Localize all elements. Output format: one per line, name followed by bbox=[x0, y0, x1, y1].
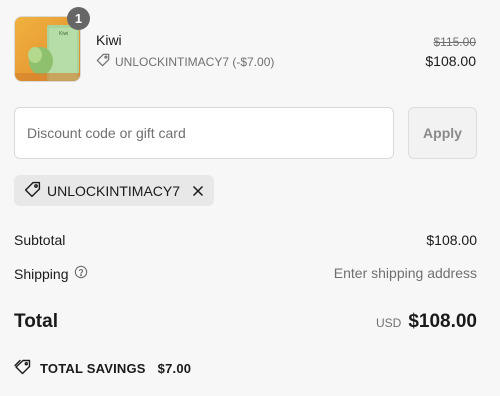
thumbnail-brand-text: Kiwi bbox=[59, 31, 68, 37]
shipping-label-row: Shipping bbox=[14, 265, 88, 282]
currency-code: USD bbox=[375, 316, 402, 330]
total-savings-label: TOTAL SAVINGS bbox=[40, 361, 146, 376]
discount-code-input[interactable] bbox=[14, 107, 394, 159]
shipping-value: Enter shipping address bbox=[333, 265, 477, 281]
price-tag-icon bbox=[14, 359, 32, 378]
help-circle-icon[interactable] bbox=[74, 265, 88, 282]
applied-discount-chip: UNLOCKINTIMACY7 bbox=[14, 175, 215, 206]
total-label: Total bbox=[14, 311, 58, 332]
total-savings-value: $7.00 bbox=[157, 361, 192, 376]
product-discount-line: UNLOCKINTIMACY7 (-$7.00) bbox=[96, 53, 274, 70]
total-savings: TOTAL SAVINGS $7.00 bbox=[14, 359, 191, 378]
product-name: Kiwi bbox=[96, 32, 122, 48]
tag-icon bbox=[96, 53, 110, 70]
apply-button[interactable]: Apply bbox=[408, 107, 477, 159]
product-thumbnail-wrapper: Kiwi 1 bbox=[14, 7, 90, 82]
discounted-price: $108.00 bbox=[425, 53, 476, 69]
original-price: $115.00 bbox=[433, 35, 477, 49]
shipping-label: Shipping bbox=[14, 265, 69, 282]
close-icon[interactable] bbox=[192, 185, 204, 197]
applied-discount-code: UNLOCKINTIMACY7 bbox=[47, 182, 181, 199]
total-amount: $108.00 bbox=[408, 311, 477, 332]
subtotal-label: Subtotal bbox=[14, 232, 66, 248]
tag-icon bbox=[24, 181, 41, 201]
product-discount-text: UNLOCKINTIMACY7 (-$7.00) bbox=[115, 54, 275, 69]
quantity-badge: 1 bbox=[67, 7, 90, 30]
total-value-group: USD $108.00 bbox=[376, 311, 477, 333]
subtotal-value: $108.00 bbox=[426, 232, 477, 248]
